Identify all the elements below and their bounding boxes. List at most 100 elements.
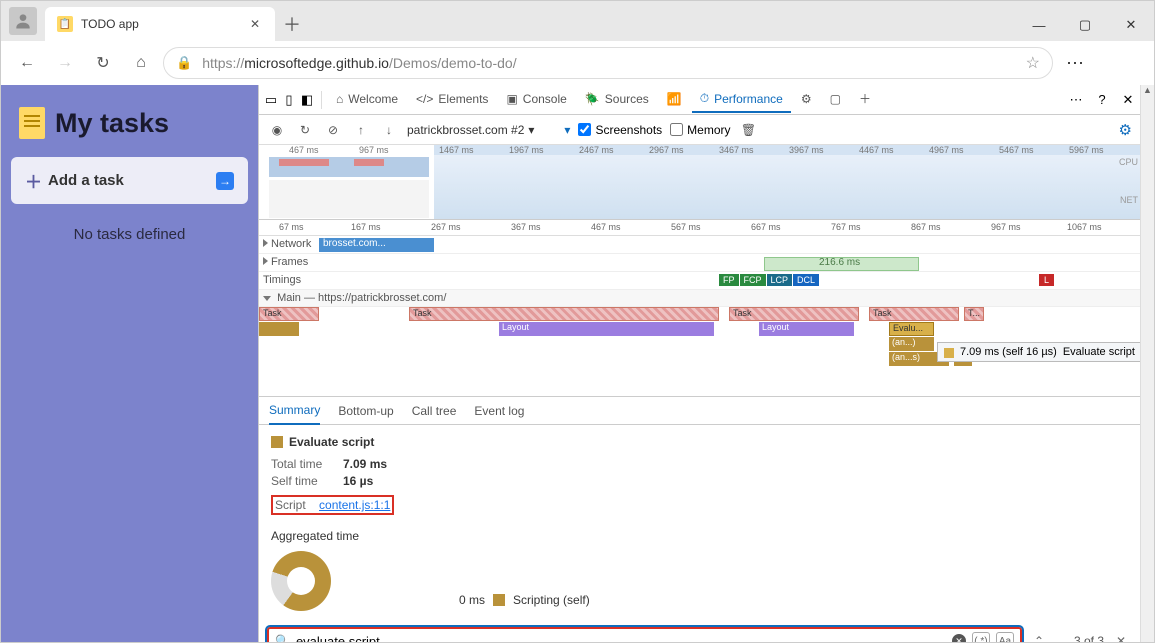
timings-track[interactable]: Timings FP FCP LCP DCL L xyxy=(259,272,1140,290)
lock-icon: 🔒 xyxy=(176,55,192,71)
tab-summary[interactable]: Summary xyxy=(269,397,320,425)
tooltip-swatch xyxy=(944,348,954,358)
back-button[interactable]: ← xyxy=(11,47,43,79)
flame-chart[interactable]: Task Task Layout Task Layout Task Evalu.… xyxy=(259,307,1140,397)
flame-layout[interactable]: Layout xyxy=(499,322,714,336)
window-maximize-button[interactable]: ▢ xyxy=(1062,9,1108,41)
script-link[interactable]: content.js:1:1 xyxy=(319,498,390,512)
app-title: My tasks xyxy=(55,108,169,139)
prev-match-icon[interactable]: ⌃ xyxy=(1030,632,1048,642)
tab-app[interactable]: ▢ xyxy=(822,87,849,113)
devtools-scrollbar[interactable]: ▲ ▼ xyxy=(1140,85,1154,642)
reload-button[interactable]: ↻ xyxy=(87,47,119,79)
perf-toolbar: ◉ ↻ ⊘ ↑ ↓ patrickbrosset.com #2 ▾ ▾ Scre… xyxy=(259,115,1140,145)
titlebar: 📋 TODO app ✕ ＋ — ▢ ✕ xyxy=(1,1,1154,41)
timing-dcl[interactable]: DCL xyxy=(793,274,819,286)
flame-layout[interactable]: Layout xyxy=(759,322,854,336)
network-track[interactable]: Network brosset.com... xyxy=(259,236,1140,254)
upload-button[interactable]: ↑ xyxy=(351,120,371,140)
flame-task[interactable]: Task xyxy=(409,307,719,321)
next-match-icon[interactable]: ⌄ xyxy=(1048,632,1066,642)
tab-gear[interactable]: ⚙ xyxy=(793,87,820,113)
plus-icon: ＋ xyxy=(859,90,871,107)
device-icon[interactable]: ▯ xyxy=(281,92,297,108)
overview-timeline[interactable]: 467 ms 967 ms 1467 ms 1967 ms 2467 ms xyxy=(259,145,1140,220)
add-task-button[interactable]: ＋ Add a task → xyxy=(11,157,248,204)
summary-swatch xyxy=(271,436,283,448)
window-minimize-button[interactable]: — xyxy=(1016,9,1062,41)
gc-button[interactable]: 🗑 xyxy=(739,120,759,140)
tab-title: TODO app xyxy=(81,17,239,31)
tab-eventlog[interactable]: Event log xyxy=(474,398,524,424)
tab-elements[interactable]: </>Elements xyxy=(408,87,496,113)
main-thread-header[interactable]: Main — https://patrickbrosset.com/ xyxy=(259,290,1140,307)
timing-fp[interactable]: FP xyxy=(719,274,739,286)
clear-button[interactable]: ⊘ xyxy=(323,120,343,140)
regex-toggle[interactable]: (.*) xyxy=(972,632,990,642)
url-box[interactable]: 🔒 https://microsoftedge.github.io/Demos/… xyxy=(163,47,1053,79)
browser-tab[interactable]: 📋 TODO app ✕ xyxy=(45,7,275,41)
more-icon[interactable]: ⋯ xyxy=(1068,92,1084,108)
flame-task[interactable]: Task xyxy=(729,307,859,321)
flame-anon[interactable]: (an...) xyxy=(889,337,934,351)
flame-task[interactable]: T... xyxy=(964,307,984,321)
tracks: Network brosset.com... Frames 216.6 ms T… xyxy=(259,236,1140,397)
tab-add[interactable]: ＋ xyxy=(851,87,879,113)
match-count: 3 of 3 xyxy=(1074,634,1104,642)
browser-menu-button[interactable]: ⋯ xyxy=(1059,47,1091,79)
close-search-icon[interactable]: ✕ xyxy=(1112,632,1130,642)
flame-task[interactable]: Task xyxy=(259,307,319,321)
tab-welcome[interactable]: ⌂Welcome xyxy=(328,87,406,113)
reload-record-button[interactable]: ↻ xyxy=(295,120,315,140)
download-button[interactable]: ↓ xyxy=(379,120,399,140)
memory-checkbox[interactable]: Memory xyxy=(670,123,730,137)
help-icon[interactable]: ? xyxy=(1094,92,1110,108)
screenshots-checkbox[interactable]: Screenshots xyxy=(578,123,662,137)
frames-track[interactable]: Frames 216.6 ms xyxy=(259,254,1140,272)
overview-net-label: NET xyxy=(1120,195,1138,205)
overview-tick: 3967 ms xyxy=(789,145,824,155)
dock-icon[interactable]: ◧ xyxy=(299,92,315,108)
close-devtools-icon[interactable]: ✕ xyxy=(1120,92,1136,108)
clear-search-icon[interactable]: ✕ xyxy=(952,634,966,642)
case-toggle[interactable]: Aa xyxy=(996,632,1014,642)
home-button[interactable]: ⌂ xyxy=(125,47,157,79)
record-button[interactable]: ◉ xyxy=(267,120,287,140)
inspect-icon[interactable]: ▭ xyxy=(263,92,279,108)
search-input[interactable] xyxy=(296,634,946,643)
window-close-button[interactable]: ✕ xyxy=(1108,9,1154,41)
devtools-tabs: ▭ ▯ ◧ ⌂Welcome </>Elements ▣Console 🪲Sou… xyxy=(259,85,1140,115)
tab-performance[interactable]: ⏱Performance xyxy=(692,87,791,113)
session-dropdown[interactable]: patrickbrosset.com #2 ▾ xyxy=(407,123,534,137)
tab-close-icon[interactable]: ✕ xyxy=(247,16,263,32)
script-row-highlight: Script content.js:1:1 xyxy=(271,495,394,515)
timing-fcp[interactable]: FCP xyxy=(740,274,766,286)
overview-tick: 5967 ms xyxy=(1069,145,1104,155)
console-icon: ▣ xyxy=(506,92,517,106)
no-tasks-message: No tasks defined xyxy=(11,226,248,243)
tab-sources[interactable]: 🪲Sources xyxy=(577,87,657,113)
favorite-icon[interactable]: ☆ xyxy=(1026,53,1040,73)
search-row: 🔍 ✕ (.*) Aa ⌃ ⌄ 3 of 3 ✕ xyxy=(259,621,1140,642)
overview-tick: 5467 ms xyxy=(999,145,1034,155)
tab-calltree[interactable]: Call tree xyxy=(412,398,457,424)
tab-bottomup[interactable]: Bottom-up xyxy=(338,398,393,424)
tab-console[interactable]: ▣Console xyxy=(498,87,574,113)
legend-swatch xyxy=(493,594,505,606)
tab-network-signal[interactable]: 📶 xyxy=(659,87,690,113)
bottom-tabs: Summary Bottom-up Call tree Event log xyxy=(259,397,1140,425)
timing-l[interactable]: L xyxy=(1039,274,1054,286)
flame-entry[interactable] xyxy=(259,322,299,336)
overview-tick: 967 ms xyxy=(359,145,389,155)
profile-avatar[interactable] xyxy=(9,7,37,35)
network-item[interactable]: brosset.com... xyxy=(319,238,434,252)
flame-ruler[interactable]: 67 ms 167 ms 267 ms 367 ms 467 ms 567 ms… xyxy=(259,220,1140,236)
new-tab-button[interactable]: ＋ xyxy=(275,7,309,41)
summary-title: Evaluate script xyxy=(289,435,374,449)
overview-tick: 1967 ms xyxy=(509,145,544,155)
flame-evaluate-script[interactable]: Evalu... xyxy=(889,322,934,336)
search-icon: 🔍 xyxy=(275,634,290,642)
perf-settings-icon[interactable]: ⚙ xyxy=(1119,121,1132,139)
timing-lcp[interactable]: LCP xyxy=(767,274,793,286)
flame-task[interactable]: Task xyxy=(869,307,959,321)
